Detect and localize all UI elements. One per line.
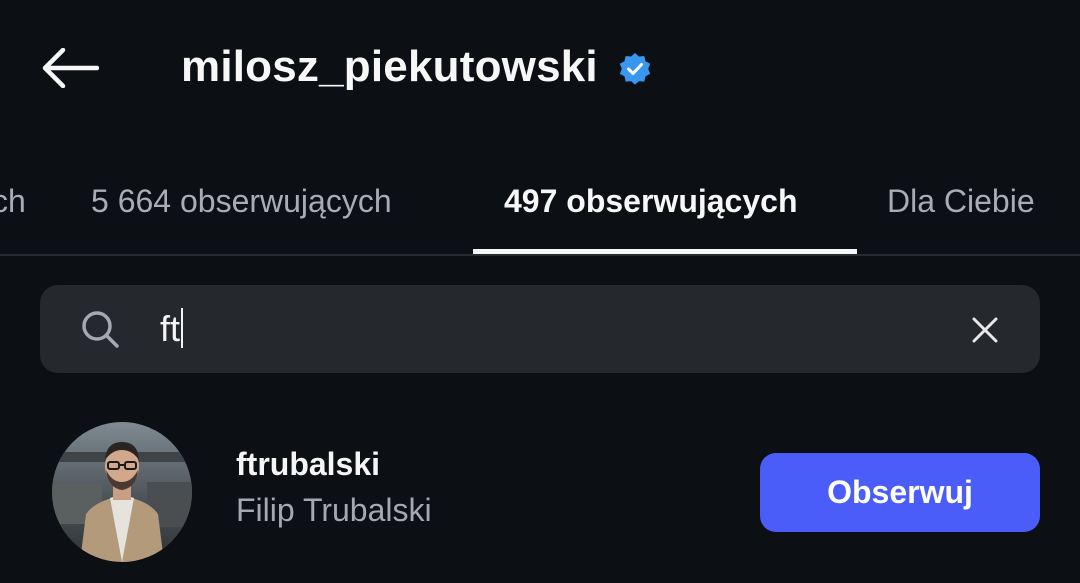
search-input[interactable]: ft	[160, 305, 184, 353]
top-app-bar: milosz_piekutowski	[0, 0, 1080, 135]
profile-username: milosz_piekutowski	[181, 42, 598, 91]
result-username[interactable]: ftrubalski	[236, 446, 380, 483]
tab-following[interactable]: 497 obserwujących	[504, 150, 797, 252]
tab-followers[interactable]: 5 664 obserwujących	[91, 150, 392, 252]
search-query: ft	[160, 308, 181, 349]
tab-partial[interactable]: ch	[0, 150, 26, 252]
clear-search-button[interactable]	[964, 309, 1006, 351]
list-item[interactable]: ftrubalski Filip Trubalski Obserwuj	[0, 410, 1080, 580]
tabs-divider	[0, 254, 1080, 256]
verified-badge-icon	[618, 52, 652, 86]
search-icon	[80, 309, 120, 349]
profile-title: milosz_piekutowski	[181, 36, 652, 98]
avatar[interactable]	[52, 422, 192, 562]
follow-button[interactable]: Obserwuj	[760, 453, 1040, 532]
close-icon	[972, 317, 998, 343]
result-full-name: Filip Trubalski	[236, 492, 432, 528]
tab-for-you[interactable]: Dla Ciebie	[887, 150, 1035, 252]
follow-tabs: ch 5 664 obserwujących 497 obserwujących…	[0, 150, 1080, 255]
text-cursor	[181, 308, 184, 349]
back-button[interactable]	[30, 40, 110, 96]
search-bar[interactable]: ft	[40, 285, 1040, 373]
arrow-left-icon	[42, 48, 99, 88]
